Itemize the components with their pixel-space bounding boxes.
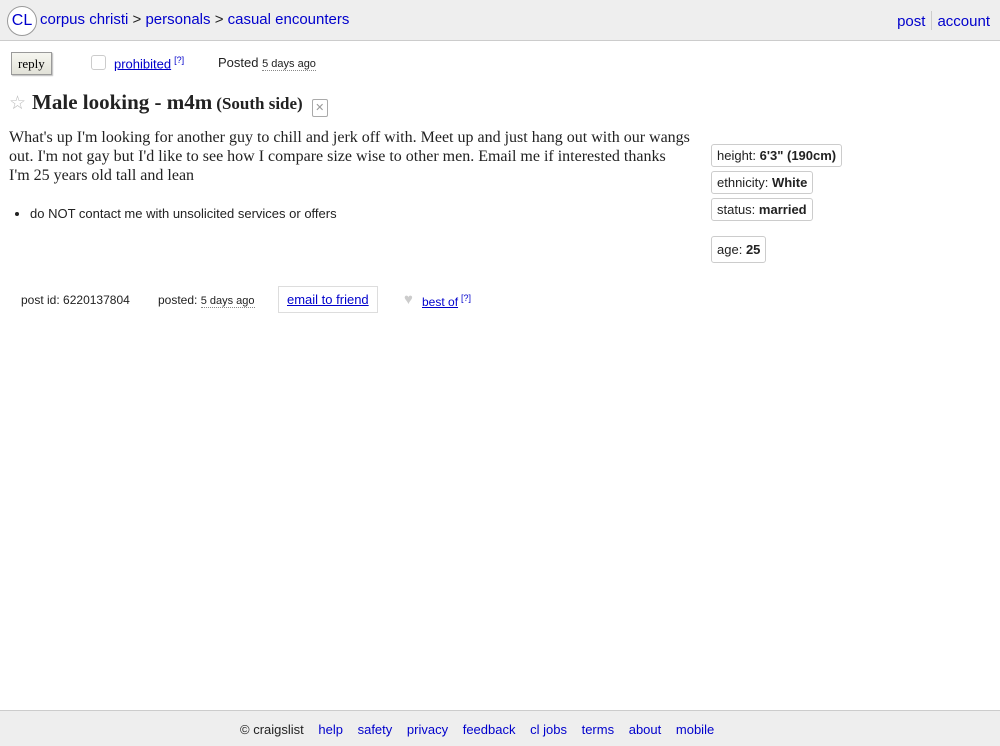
prohibited-flag: prohibited [?] <box>114 55 184 71</box>
footer-link-help[interactable]: help <box>318 722 343 737</box>
attribute-age: age: 25 <box>711 236 767 263</box>
attribute-label: ethnicity: <box>717 175 769 190</box>
breadcrumb-city[interactable]: corpus christi <box>40 11 128 28</box>
posted-label: Posted <box>218 55 259 70</box>
header-links: post account <box>897 11 990 30</box>
email-to-friend-link[interactable]: email to friend <box>287 292 369 307</box>
footer-link-feedback[interactable]: feedback <box>463 722 516 737</box>
footer-link-privacy[interactable]: privacy <box>407 722 448 737</box>
footer-link-safety[interactable]: safety <box>358 722 393 737</box>
prohibited-help-link[interactable]: [?] <box>174 55 184 65</box>
attribute-label: status: <box>717 202 756 217</box>
posted-date: Posted 5 days ago <box>218 55 316 71</box>
header-bar: CL corpus christi > personals > casual e… <box>0 0 1000 41</box>
posted-info: posted: 5 days ago <box>158 293 255 308</box>
hide-icon[interactable]: ✕ <box>311 99 328 117</box>
notices-list: do NOT contact me with unsolicited servi… <box>10 206 337 221</box>
attribute-value: White <box>771 175 808 190</box>
posting-location: (South side) <box>216 94 303 113</box>
best-of-help-link[interactable]: [?] <box>461 293 471 303</box>
account-link[interactable]: account <box>937 13 990 30</box>
breadcrumb-category[interactable]: casual encounters <box>228 11 350 28</box>
attribute-height: height: 6'3" (190cm) <box>711 144 843 167</box>
best-of-link[interactable]: best of <box>422 295 458 309</box>
post-id-label: post id: <box>21 293 60 307</box>
footer-links: © craigslist help safety privacy feedbac… <box>240 722 725 737</box>
attribute-label: age: <box>717 242 743 257</box>
posted-ago: 5 days ago <box>262 58 316 71</box>
posted-info-label: posted: <box>158 293 198 307</box>
breadcrumb-separator: > <box>132 11 142 28</box>
notice-item: do NOT contact me with unsolicited servi… <box>30 206 337 221</box>
best-of: best of [?] <box>422 293 471 309</box>
posting-title-row: ☆ Male looking - m4m (South side) ✕ <box>9 90 328 117</box>
copyright: © craigslist <box>240 722 304 737</box>
posting-body-line: I'm 25 years old tall and lean <box>9 167 195 184</box>
craigslist-logo[interactable]: CL <box>7 6 37 36</box>
breadcrumb-separator: > <box>214 11 224 28</box>
attribute-value: married <box>758 202 807 217</box>
breadcrumb-section[interactable]: personals <box>145 11 210 28</box>
footer-link-terms[interactable]: terms <box>582 722 615 737</box>
posted-info-ago: 5 days ago <box>200 295 255 308</box>
attribute-label: height: <box>717 148 757 163</box>
heart-icon[interactable]: ♥ <box>404 291 413 308</box>
post-id-value: 6220137804 <box>63 293 130 307</box>
star-icon[interactable]: ☆ <box>9 93 26 114</box>
reply-button[interactable]: reply <box>11 52 52 75</box>
posting-title: Male looking - m4m <box>32 90 213 114</box>
footer-link-mobile[interactable]: mobile <box>676 722 714 737</box>
header-divider <box>931 11 933 30</box>
attribute-status: status: married <box>711 198 813 221</box>
email-to-friend-box: email to friend <box>278 286 378 313</box>
prohibited-link[interactable]: prohibited <box>114 56 171 71</box>
posting-body-line: What's up I'm looking for another guy to… <box>9 129 690 165</box>
attribute-value: 6'3" (190cm) <box>759 148 837 163</box>
post-id: post id: 6220137804 <box>21 293 130 307</box>
attribute-value: 25 <box>745 242 761 257</box>
footer-link-cl-jobs[interactable]: cl jobs <box>530 722 567 737</box>
footer-link-about[interactable]: about <box>629 722 662 737</box>
attribute-ethnicity: ethnicity: White <box>711 171 814 194</box>
posting-body: What's up I'm looking for another guy to… <box>9 128 699 185</box>
breadcrumb: corpus christi > personals > casual enco… <box>40 11 349 28</box>
flag-checkbox[interactable] <box>91 55 106 70</box>
post-link[interactable]: post <box>897 13 925 30</box>
footer-bar: © craigslist help safety privacy feedbac… <box>0 710 1000 746</box>
